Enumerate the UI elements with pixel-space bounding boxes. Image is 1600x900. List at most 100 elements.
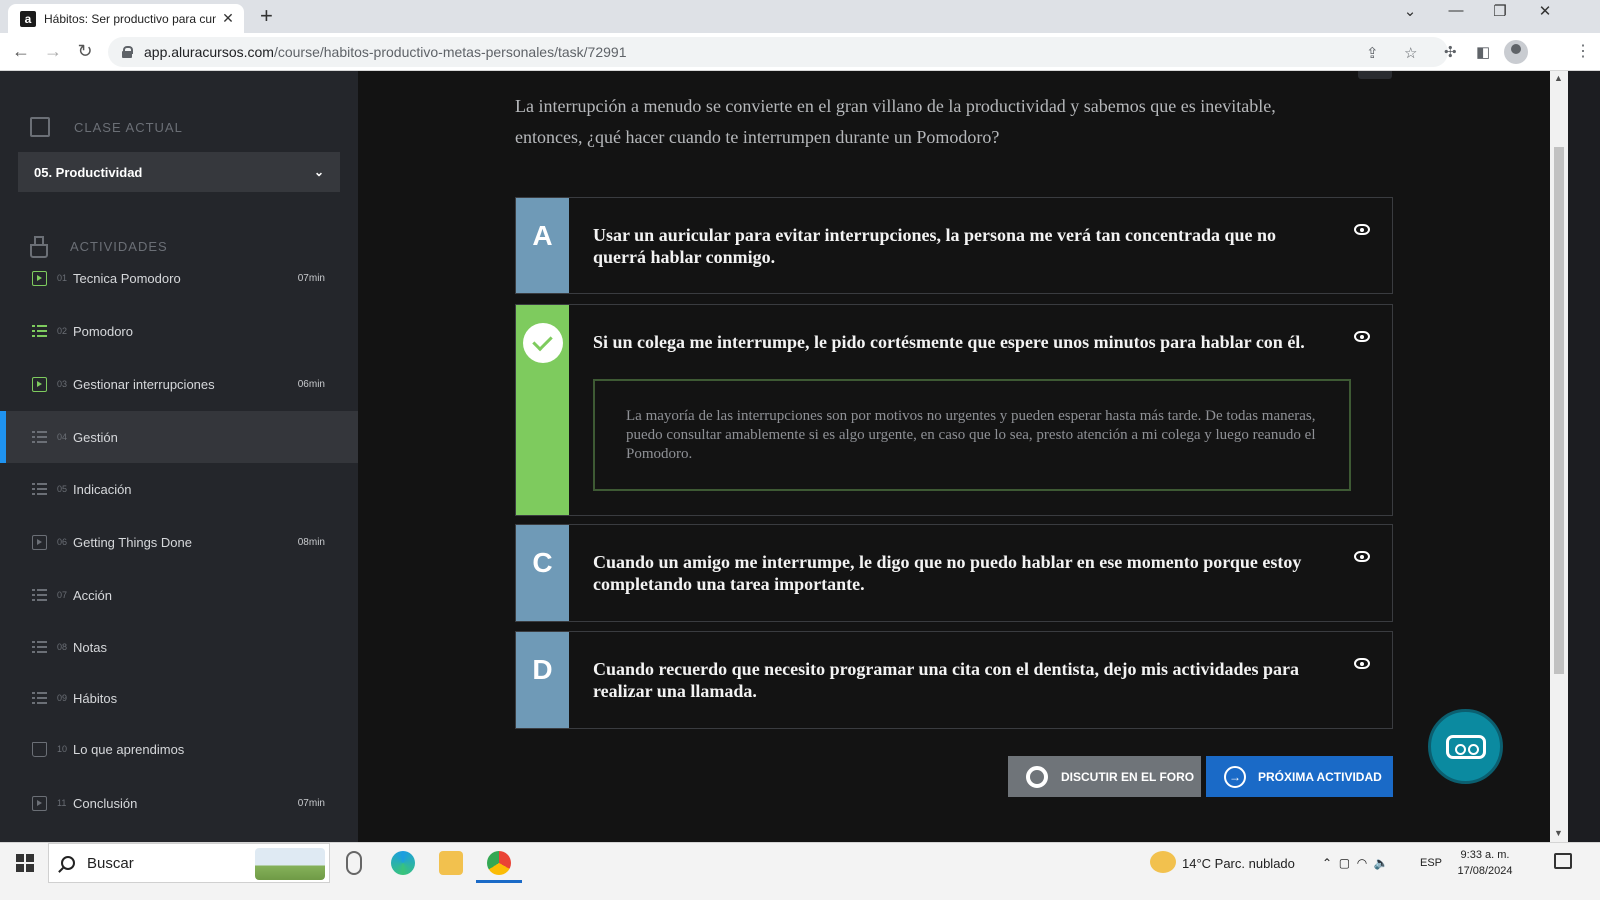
page-scrollbar[interactable]: ▲ ▼ [1550, 71, 1568, 842]
chatbot-button[interactable] [1428, 709, 1503, 784]
option-explanation: La mayoría de las interrupciones son por… [593, 379, 1351, 491]
activity-label: Pomodoro [73, 323, 133, 339]
chrome-icon[interactable] [487, 851, 511, 875]
option-b-correct[interactable]: Si un colega me interrumpe, le pido cort… [515, 304, 1393, 516]
sidebar-activity-item[interactable]: 06 Getting Things Done 08min [0, 516, 358, 568]
video-icon [32, 795, 47, 811]
browser-menu-icon[interactable]: ⋮ [1575, 41, 1591, 61]
sidebar-activity-item[interactable]: 05 Indicación [0, 463, 358, 515]
taskbar-search[interactable]: Buscar [48, 843, 330, 883]
next-activity-button[interactable]: → PRÓXIMA ACTIVIDAD [1206, 756, 1393, 797]
option-c[interactable]: C Cuando un amigo me interrumpe, le digo… [515, 524, 1393, 622]
address-bar[interactable]: app.aluracursos.com/course/habitos-produ… [108, 37, 1448, 67]
share-icon[interactable]: ⇪ [1366, 44, 1379, 62]
minimize-icon[interactable]: — [1446, 2, 1466, 19]
sidebar-activity-item[interactable]: 11 Conclusión 07min [0, 777, 358, 829]
sidebar-activity-item[interactable]: 01 Tecnica Pomodoro 07min [0, 252, 358, 304]
eye-icon[interactable] [1354, 658, 1370, 669]
list-icon [32, 429, 47, 445]
activity-label: Acción [73, 587, 113, 603]
check-circle-icon [522, 323, 563, 363]
activity-number: 07 [57, 590, 68, 600]
sidebar-activity-item[interactable]: 09 Hábitos [0, 672, 358, 724]
back-icon[interactable]: ← [10, 41, 32, 62]
eye-icon[interactable] [1354, 331, 1370, 342]
activity-number: 05 [57, 484, 68, 494]
browser-tab-strip: a Hábitos: Ser productivo para cumplir m… [0, 0, 1600, 33]
class-icon [30, 117, 50, 137]
sidebar-activity-item[interactable]: 10 Lo que aprendimos [0, 723, 358, 775]
scrollbar-thumb[interactable] [1554, 147, 1564, 674]
windows-taskbar: Buscar 14°C Parc. nublado ⌃ ▢ ◠ 🔈 ESP 9:… [0, 842, 1600, 900]
lifebuoy-icon [1026, 765, 1048, 788]
sidebar-activity-item[interactable]: 04 Gestión [0, 411, 358, 463]
option-letter: A [516, 198, 569, 293]
scroll-up-icon[interactable]: ▲ [1554, 73, 1563, 83]
list-icon [32, 587, 47, 603]
tab-search-chevron-icon[interactable]: ⌄ [1400, 2, 1420, 20]
forward-icon[interactable]: → [42, 41, 64, 62]
tray-icons[interactable]: ⌃ ▢ ◠ 🔈 [1322, 843, 1389, 883]
weather-text[interactable]: 14°C Parc. nublado [1182, 843, 1295, 883]
option-text: Si un colega me interrumpe, le pido cort… [593, 332, 1305, 352]
language-indicator[interactable]: ESP [1420, 843, 1442, 883]
notifications-icon[interactable] [1554, 853, 1572, 869]
mouse-app-icon[interactable] [346, 851, 362, 875]
option-letter: D [516, 632, 569, 728]
sidebar-activity-item[interactable]: 02 Pomodoro [0, 305, 358, 357]
search-icon [61, 856, 75, 870]
video-icon [32, 534, 47, 550]
new-tab-icon[interactable]: + [260, 5, 273, 27]
collapse-button[interactable] [1358, 71, 1392, 79]
reload-icon[interactable]: ↻ [74, 41, 96, 62]
activity-label: Hábitos [73, 690, 118, 706]
activity-number: 02 [57, 326, 68, 336]
book-icon [32, 741, 47, 757]
activity-label: Gestionar interrupciones [73, 376, 215, 392]
activity-number: 10 [57, 744, 68, 754]
class-dropdown[interactable]: 05. Productividad ⌄ [18, 152, 340, 192]
video-icon [32, 376, 47, 392]
clock-date: 17/08/2024 [1457, 865, 1513, 877]
option-d[interactable]: D Cuando recuerdo que necesito programar… [515, 631, 1393, 729]
scroll-down-icon[interactable]: ▼ [1554, 828, 1563, 838]
lock-icon[interactable] [122, 46, 133, 58]
activity-label: Notas [73, 639, 107, 655]
url-path: /course/habitos-productivo-metas-persona… [273, 44, 627, 60]
activity-number: 08 [57, 642, 68, 652]
arrow-right-circle-icon: → [1224, 765, 1246, 788]
class-dropdown-value: 05. Productividad [34, 164, 143, 180]
sidebar-activity-item[interactable]: 03 Gestionar interrupciones 06min [0, 358, 358, 410]
activity-number: 11 [57, 798, 67, 808]
option-text: Usar un auricular para evitar interrupci… [593, 225, 1276, 267]
extensions-puzzle-icon[interactable]: ✣ [1444, 43, 1457, 61]
restore-icon[interactable]: ❐ [1490, 2, 1510, 20]
eye-icon[interactable] [1354, 224, 1370, 235]
activity-duration: 07min [297, 797, 325, 809]
eye-icon[interactable] [1354, 551, 1370, 562]
sidebar-activity-item[interactable]: 07 Acción [0, 569, 358, 621]
taskbar-search-placeholder: Buscar [87, 854, 134, 872]
browser-tab[interactable]: a Hábitos: Ser productivo para cumplir m… [8, 4, 244, 33]
weather-icon[interactable] [1150, 851, 1176, 873]
question-text: La interrupción a menudo se convierte en… [515, 96, 1276, 147]
bookmark-star-icon[interactable]: ☆ [1404, 44, 1417, 62]
windows-start-icon[interactable] [16, 854, 34, 872]
task-content: La interrupción a menudo se convierte en… [358, 71, 1550, 842]
activity-label: Gestión [73, 429, 118, 445]
chevron-down-icon: ⌄ [313, 165, 324, 179]
side-panel-icon[interactable]: ◧ [1476, 43, 1490, 61]
sidebar-activity-item[interactable]: 08 Notas [0, 621, 358, 673]
next-button-label: PRÓXIMA ACTIVIDAD [1258, 769, 1382, 784]
close-window-icon[interactable]: ✕ [1535, 2, 1555, 20]
activity-number: 06 [57, 537, 68, 547]
alura-favicon-icon: a [20, 10, 36, 27]
discuss-forum-button[interactable]: DISCUTIR EN EL FORO [1008, 756, 1201, 797]
tab-close-icon[interactable]: ✕ [220, 10, 236, 27]
profile-avatar[interactable] [1504, 40, 1528, 64]
clock[interactable]: 9:33 a. m. 17/08/2024 [1440, 847, 1530, 879]
option-marker [516, 305, 569, 515]
file-explorer-icon[interactable] [439, 851, 463, 875]
edge-icon[interactable] [391, 851, 415, 875]
option-a[interactable]: A Usar un auricular para evitar interrup… [515, 197, 1393, 294]
